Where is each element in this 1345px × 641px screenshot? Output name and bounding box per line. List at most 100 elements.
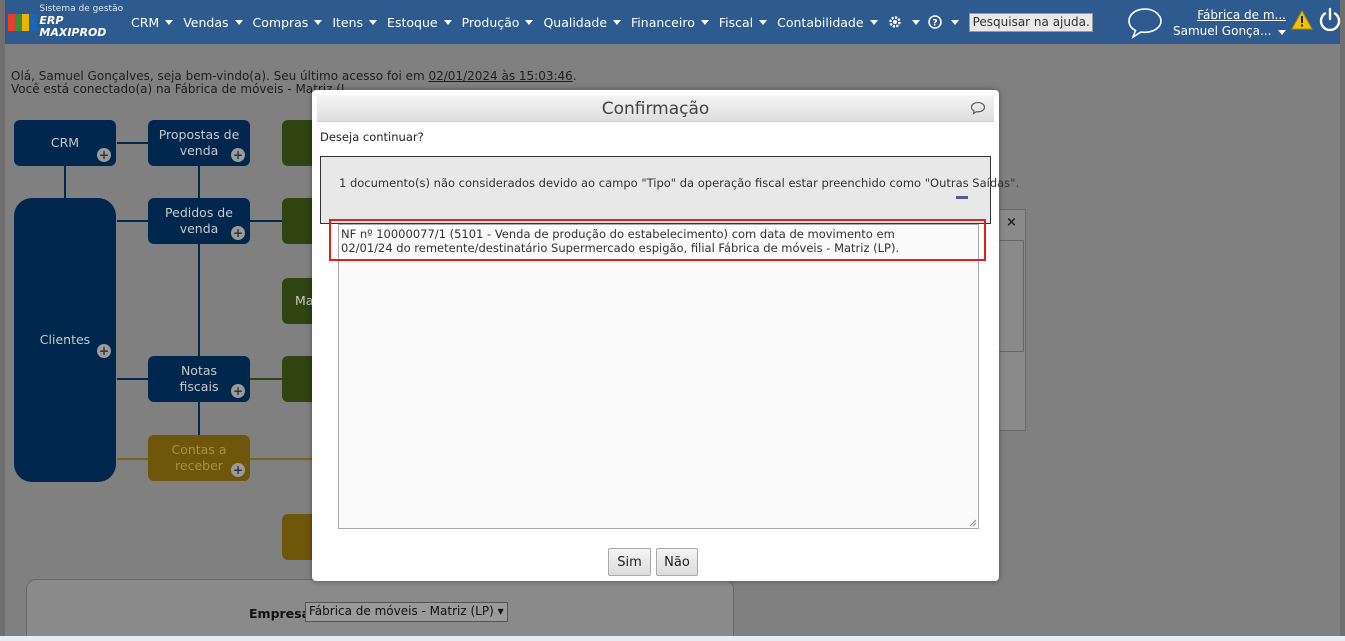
chevron-down-icon — [950, 19, 959, 25]
welcome-text: Olá, Samuel Gonçalves, seja bem-vindo(a)… — [11, 69, 429, 83]
user-box[interactable]: Fábrica de m... Samuel Gonça... — [1173, 7, 1287, 39]
chevron-down-icon — [700, 19, 709, 25]
dialog-header: Confirmação — [317, 95, 994, 122]
plus-icon[interactable]: + — [97, 344, 111, 358]
yes-button[interactable]: Sim — [608, 548, 651, 576]
warning-icon[interactable] — [1291, 9, 1313, 33]
plus-icon[interactable]: + — [231, 384, 245, 398]
company-select[interactable]: Fábrica de móveis - Matriz (LP) ▾ — [305, 602, 508, 622]
power-icon[interactable] — [1318, 7, 1342, 36]
svg-text:?: ? — [932, 19, 937, 29]
company-select-value: Fábrica de móveis - Matriz (LP) — [309, 604, 494, 618]
menu-financeiro[interactable]: Financeiro — [631, 15, 709, 30]
background-dialog-panel — [996, 240, 1024, 352]
last-access-link[interactable]: 02/01/2024 às 15:03:46 — [428, 69, 572, 83]
menu-financeiro-label: Financeiro — [631, 14, 695, 30]
chevron-down-icon — [314, 19, 323, 25]
settings-menu[interactable] — [887, 14, 920, 30]
chevron-down-icon — [443, 19, 452, 25]
menu-contabilidade[interactable]: Contabilidade — [777, 14, 878, 30]
plus-icon[interactable]: + — [97, 148, 111, 162]
chevron-down-icon — [869, 19, 878, 25]
menu-itens[interactable]: Itens — [332, 14, 378, 30]
flow-node-invoices[interactable]: Notas fiscais + — [148, 356, 250, 402]
flow-node-clients[interactable]: Clientes + — [14, 198, 116, 482]
flow-node-label: Notas fiscais — [179, 362, 219, 394]
chevron-down-icon — [911, 19, 920, 25]
user-name-label: Samuel Gonça... — [1173, 24, 1272, 39]
user-name[interactable]: Samuel Gonça... — [1173, 23, 1287, 39]
flow-node-label: CRM — [50, 134, 80, 150]
logo-text: Sistema de gestão ERP MAXIPROD — [39, 4, 126, 39]
help-menu[interactable]: ? — [927, 15, 959, 29]
menu-compras[interactable]: Compras — [253, 15, 323, 30]
menu-qualidade[interactable]: Qualidade — [543, 14, 622, 30]
bottom-strip — [0, 636, 1345, 641]
menu-crm-label: CRM — [131, 14, 160, 30]
main-menu: CRM Vendas Compras Itens Estoque Produçã… — [126, 0, 1093, 44]
no-button[interactable]: Não — [656, 548, 698, 576]
chevron-down-icon — [165, 19, 174, 25]
flow-node-orders[interactable]: Pedidos de venda + — [148, 198, 250, 244]
chat-icon[interactable] — [1126, 6, 1164, 43]
chevron-down-icon — [234, 19, 243, 25]
plus-icon[interactable]: + — [231, 226, 245, 240]
menu-vendas[interactable]: Vendas — [183, 14, 243, 30]
menu-estoque[interactable]: Estoque — [387, 15, 452, 30]
menu-fiscal-label: Fiscal — [718, 14, 754, 30]
plus-icon[interactable]: + — [231, 463, 245, 477]
gear-icon — [888, 16, 901, 28]
question-icon: ? — [927, 15, 942, 29]
chevron-down-icon — [525, 19, 534, 25]
flow-connector — [117, 220, 148, 222]
comment-icon[interactable] — [970, 101, 986, 118]
menu-vendas-label: Vendas — [183, 14, 229, 30]
flow-connector — [117, 458, 148, 460]
welcome-suffix: . — [572, 69, 577, 83]
close-icon[interactable]: × — [1006, 215, 1017, 230]
plus-icon[interactable]: + — [231, 148, 245, 162]
flow-node-proposals[interactable]: Propostas de venda + — [148, 120, 250, 166]
menu-producao-label: Produção — [461, 14, 520, 30]
menu-fiscal[interactable]: Fiscal — [718, 14, 768, 30]
chevron-down-icon — [369, 19, 378, 25]
flow-connector — [249, 458, 319, 460]
help-search-input[interactable] — [968, 12, 1093, 32]
flow-connector — [117, 142, 148, 144]
menu-producao[interactable]: Produção — [462, 15, 534, 30]
flow-connector — [198, 402, 200, 435]
flow-node-label: Propostas de venda — [158, 126, 240, 158]
menu-contabilidade-label: Contabilidade — [777, 14, 864, 30]
menu-itens-label: Itens — [332, 14, 364, 30]
company-label: Empresa — [249, 606, 311, 621]
flow-node-label: Pedidos de venda — [165, 204, 233, 236]
menu-compras-label: Compras — [252, 14, 309, 30]
menu-crm[interactable]: CRM — [131, 14, 174, 30]
flow-connector — [198, 244, 200, 356]
flow-connector — [198, 166, 200, 198]
info-panel: 1 documento(s) não considerados devido a… — [320, 156, 1019, 224]
menu-qualidade-label: Qualidade — [543, 14, 608, 30]
flow-node-receivables[interactable]: Contas a receber + — [148, 435, 250, 481]
dialog-title: Confirmação — [601, 99, 710, 119]
collapse-icon[interactable] — [956, 196, 968, 199]
chevron-down-icon — [1278, 30, 1287, 36]
highlight-box — [329, 219, 986, 261]
flow-connector — [117, 378, 148, 380]
background-dialog: × — [995, 209, 1026, 431]
logo-line2: ERP MAXIPROD — [39, 13, 107, 39]
logo[interactable]: Sistema de gestão ERP MAXIPROD — [8, 4, 126, 39]
flow-node-crm[interactable]: CRM + — [14, 120, 116, 166]
menu-estoque-label: Estoque — [387, 14, 438, 30]
chevron-down-icon — [613, 19, 622, 25]
chevron-down-icon: ▾ — [497, 604, 504, 618]
resize-grip-icon[interactable] — [969, 519, 977, 527]
company-link[interactable]: Fábrica de m... — [1173, 7, 1286, 23]
detail-textarea[interactable]: NF nº 10000077/1 (5101 - Venda de produç… — [338, 224, 979, 529]
flow-connector — [249, 378, 282, 380]
dialog-question: Deseja continuar? — [320, 130, 424, 144]
flow-connector — [64, 166, 66, 198]
top-navbar: Sistema de gestão ERP MAXIPROD CRM Venda… — [5, 0, 1342, 44]
chevron-down-icon — [759, 19, 768, 25]
logo-mark-icon — [8, 11, 37, 33]
